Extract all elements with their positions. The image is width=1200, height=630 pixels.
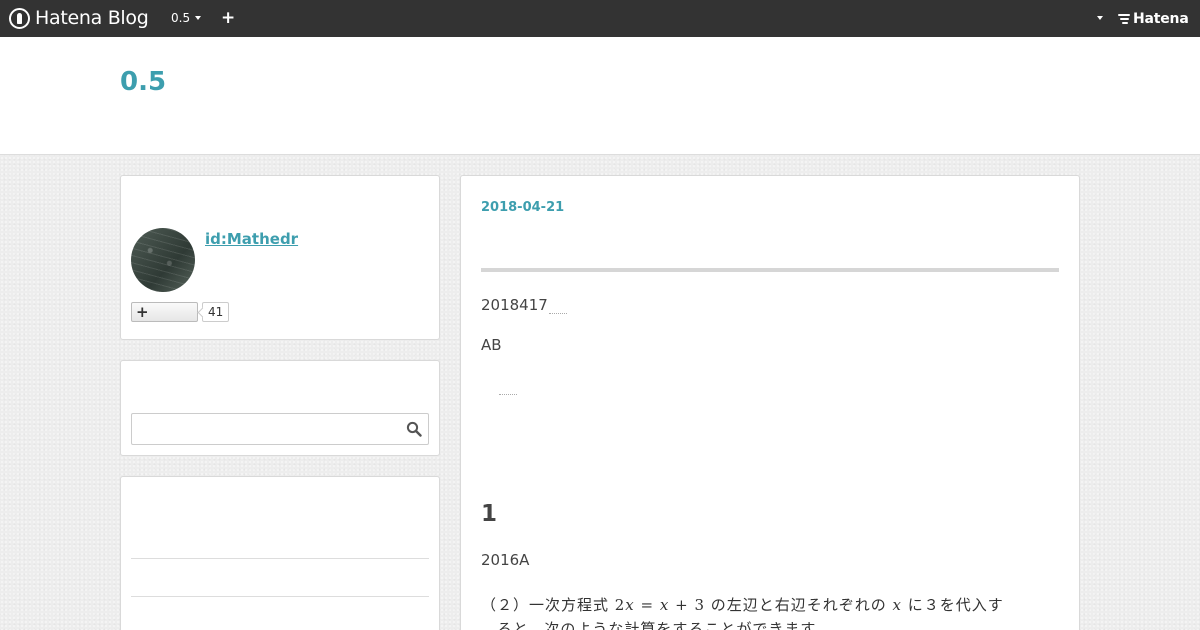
avatar[interactable] <box>131 228 195 292</box>
new-post-button[interactable]: + <box>221 9 235 27</box>
blog-switcher-menu[interactable]: 0.5 <box>171 11 202 25</box>
keyword-link[interactable] <box>499 394 517 395</box>
hatena-logo-icon <box>1118 14 1130 24</box>
entry-article: 2018-04-21 2018417 AB 1 2016A （２）一次方程式 2… <box>460 175 1080 630</box>
entry-section-heading: 1 <box>481 501 498 527</box>
blog-switcher-label: 0.5 <box>171 11 191 25</box>
archive-module <box>120 476 440 630</box>
math-line: ると，次のような計算をすることができます。 <box>481 620 831 630</box>
search-box <box>131 413 429 445</box>
chevron-down-icon <box>195 16 202 20</box>
list-divider <box>131 596 429 597</box>
follower-count-badge[interactable]: 41 <box>202 302 230 322</box>
hatena-blog-logo-text: Hatena Blog <box>35 7 149 29</box>
search-icon[interactable] <box>406 421 422 437</box>
profile-module: id:Mathedr + 41 <box>120 175 440 340</box>
global-header: Hatena Blog 0.5 + Hatena <box>0 0 1200 37</box>
hatena-logo[interactable]: Hatena <box>1118 9 1189 29</box>
entry-date-link[interactable]: 2018-04-21 <box>481 200 564 215</box>
search-module <box>120 360 440 456</box>
blog-title-link[interactable]: 0.5 <box>120 67 166 97</box>
hatena-blog-logo[interactable]: Hatena Blog <box>9 7 149 29</box>
blog-header: 0.5 <box>0 37 1200 155</box>
math-line: （２）一次方程式 2𝑥 = 𝑥 + 3 の左辺と右辺それぞれの 𝑥 に３を代入す <box>481 596 1004 614</box>
keyword-link[interactable] <box>549 313 567 314</box>
profile-id-link[interactable]: id:Mathedr <box>205 230 298 248</box>
math-problem-image: （２）一次方程式 2𝑥 = 𝑥 + 3 の左辺と右辺それぞれの 𝑥 に３を代入す… <box>481 593 1004 630</box>
search-input[interactable] <box>132 414 397 444</box>
entry-paragraph: 2016A <box>481 551 530 569</box>
entry-paragraph: 2018417 <box>481 296 548 314</box>
list-divider <box>131 558 429 559</box>
entry-title-rule <box>481 268 1059 272</box>
user-menu-chevron-icon[interactable] <box>1097 16 1103 20</box>
entry-paragraph: AB <box>481 336 502 354</box>
hatena-logo-text: Hatena <box>1133 11 1189 27</box>
hatena-blog-logo-icon <box>9 7 30 29</box>
follow-button[interactable]: + <box>131 302 198 322</box>
